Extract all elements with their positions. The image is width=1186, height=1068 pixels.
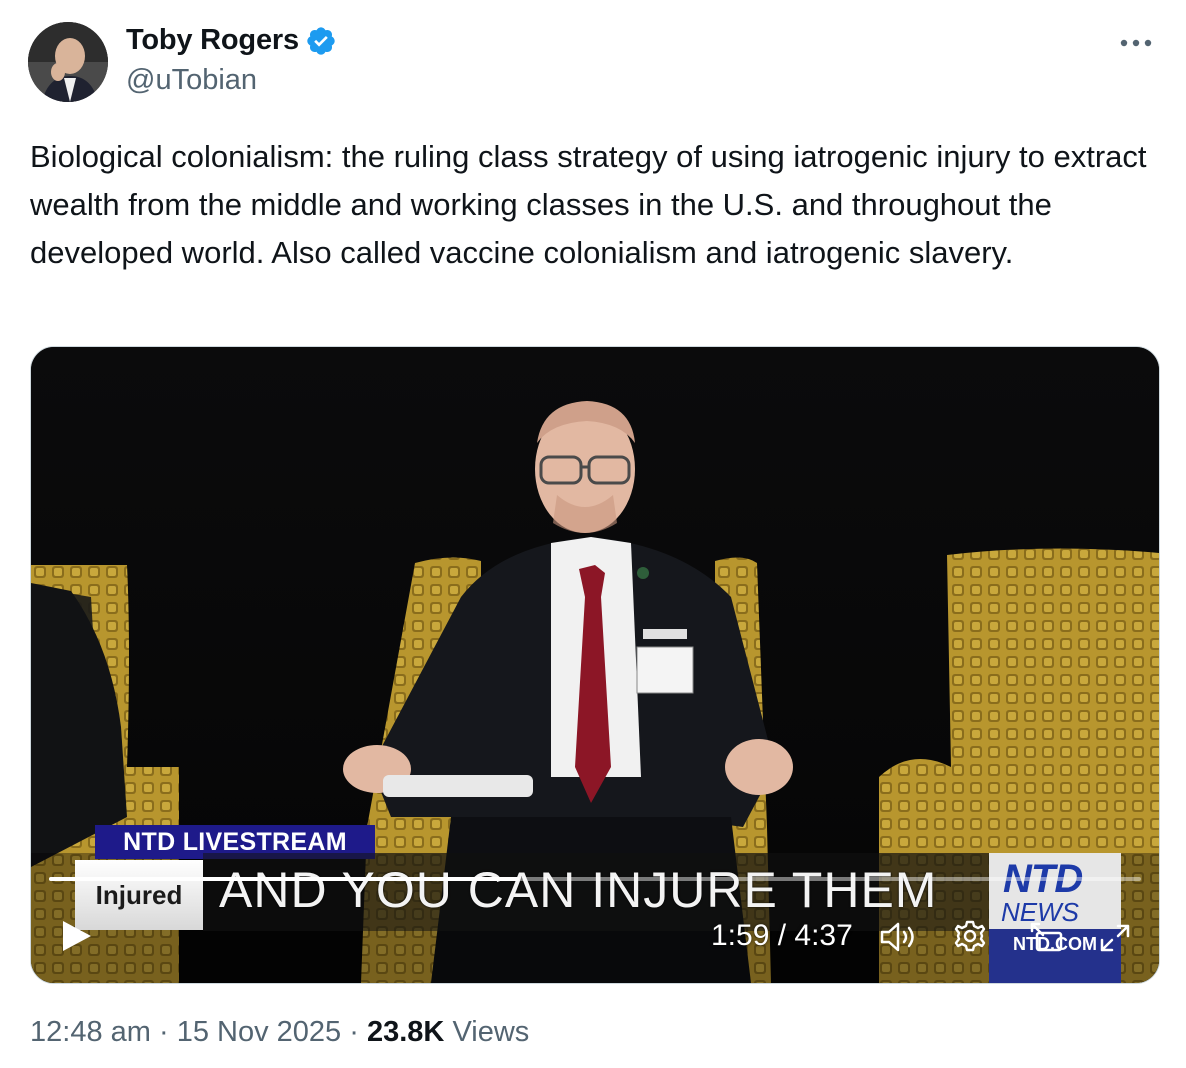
- avatar-image: [28, 22, 108, 102]
- picture-in-picture-icon: [1030, 922, 1063, 952]
- picture-in-picture-button[interactable]: [1029, 921, 1065, 953]
- topic-tag: Injured: [75, 860, 203, 930]
- video-progress-fill: [49, 877, 519, 881]
- meta-separator: ·: [349, 1016, 359, 1048]
- tweet-time[interactable]: 12:48 am: [30, 1016, 151, 1048]
- views-label: Views: [452, 1016, 530, 1048]
- author-handle[interactable]: @uTobian: [126, 64, 257, 97]
- settings-gear-icon: [954, 920, 986, 952]
- play-icon: [63, 921, 91, 951]
- views-count[interactable]: 23.8K: [367, 1016, 444, 1048]
- settings-button[interactable]: [953, 919, 987, 953]
- video-time-display: 1:59 / 4:37: [711, 919, 853, 952]
- author-avatar[interactable]: [28, 22, 108, 102]
- volume-button[interactable]: [879, 921, 919, 953]
- author-display-name[interactable]: Toby Rogers: [126, 24, 299, 57]
- video-player[interactable]: NTD LIVESTREAM Injured AND YOU CAN INJUR…: [30, 346, 1160, 984]
- fullscreen-icon: [1100, 924, 1130, 952]
- more-horizontal-icon: [1120, 39, 1152, 47]
- video-progress-bar[interactable]: [49, 877, 1141, 881]
- tweet-text: Biological colonialism: the ruling class…: [30, 139, 1147, 270]
- author-name-row: Toby Rogers: [126, 24, 337, 57]
- tweet-date[interactable]: 15 Nov 2025: [177, 1016, 341, 1048]
- meta-separator: ·: [158, 1016, 169, 1048]
- more-options-button[interactable]: [1116, 26, 1156, 60]
- verified-badge-icon: [307, 26, 335, 55]
- volume-icon: [880, 922, 914, 952]
- tweet-meta: 12:48 am · 15 Nov 2025 · 23.8K Views: [30, 1016, 529, 1049]
- ntd-news-logo: NTD NEWS NTD.COM: [989, 853, 1121, 983]
- play-button[interactable]: [61, 919, 93, 953]
- video-headline: AND YOU CAN INJURE THEM: [219, 862, 938, 918]
- fullscreen-button[interactable]: [1099, 923, 1131, 953]
